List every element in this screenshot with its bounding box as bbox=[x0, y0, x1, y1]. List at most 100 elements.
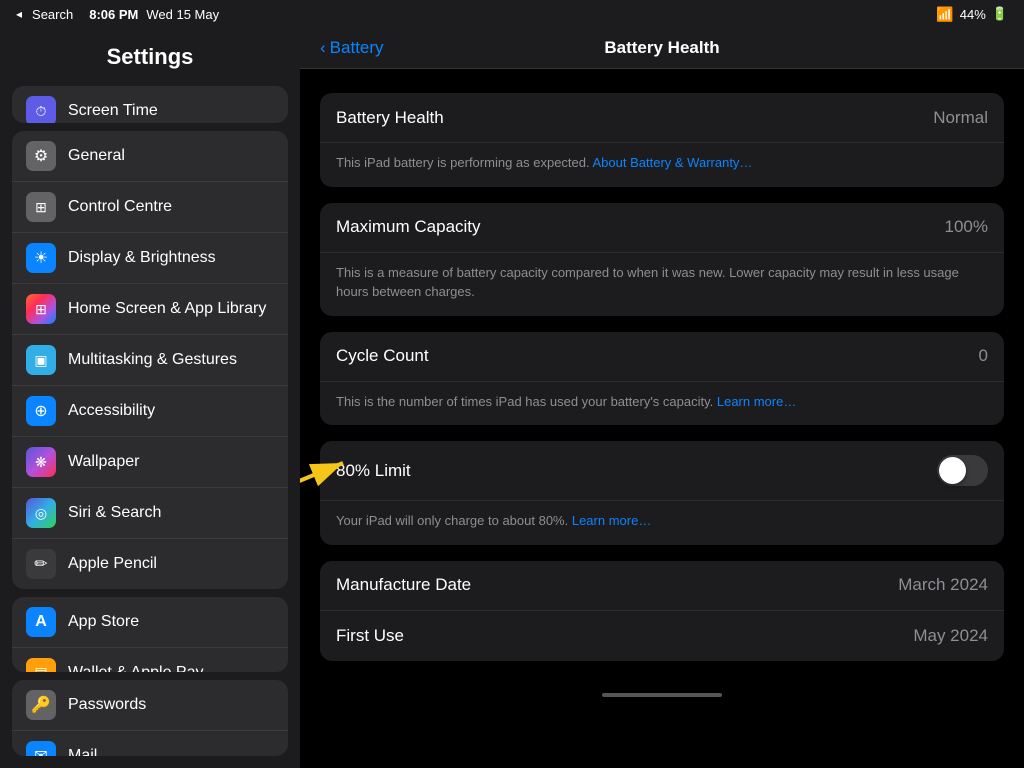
home-screen-label: Home Screen & App Library bbox=[68, 300, 266, 318]
general-label: General bbox=[68, 147, 125, 165]
limit-toggle[interactable] bbox=[937, 455, 988, 486]
sidebar-item-general[interactable]: ⚙ General bbox=[12, 131, 288, 182]
sidebar-item-app-store[interactable]: A App Store bbox=[12, 597, 288, 648]
cycle-count-value: 0 bbox=[979, 346, 988, 366]
sidebar-item-display-brightness[interactable]: ☀ Display & Brightness bbox=[12, 233, 288, 284]
max-capacity-row: Maximum Capacity 100% bbox=[320, 203, 1004, 253]
sidebar-group-1: ⏱ Screen Time bbox=[12, 86, 288, 123]
sidebar-group-4: 🔑 Passwords ✉ Mail bbox=[12, 680, 288, 756]
manufacture-date-label: Manufacture Date bbox=[336, 575, 471, 595]
display-brightness-icon: ☀ bbox=[26, 243, 56, 273]
apple-pencil-icon: ✏ bbox=[26, 549, 56, 579]
mail-icon: ✉ bbox=[26, 741, 56, 756]
sidebar-item-passwords[interactable]: 🔑 Passwords bbox=[12, 680, 288, 731]
max-capacity-label: Maximum Capacity bbox=[336, 217, 481, 237]
wallpaper-label: Wallpaper bbox=[68, 453, 139, 471]
siri-search-icon: ◎ bbox=[26, 498, 56, 528]
sidebar-title: Settings bbox=[0, 36, 300, 82]
status-bar: ◂ Search 8:06 PM Wed 15 May 📶 44% 🔋 bbox=[0, 0, 1024, 28]
mail-label: Mail bbox=[68, 747, 97, 756]
status-right: 📶 44% 🔋 bbox=[936, 6, 1008, 23]
content-title: Battery Health bbox=[320, 38, 1004, 58]
wallpaper-icon: ❋ bbox=[26, 447, 56, 477]
sidebar-item-siri-search[interactable]: ◎ Siri & Search bbox=[12, 488, 288, 539]
screen-time-label: Screen Time bbox=[68, 102, 158, 120]
max-capacity-card: Maximum Capacity 100% This is a measure … bbox=[320, 203, 1004, 316]
max-capacity-value: 100% bbox=[945, 217, 988, 237]
limit-row[interactable]: 80% Limit bbox=[320, 441, 1004, 501]
wallet-icon: ▤ bbox=[26, 658, 56, 673]
apple-pencil-label: Apple Pencil bbox=[68, 555, 157, 573]
toggle-knob bbox=[939, 457, 966, 484]
sidebar-item-wallet[interactable]: ▤ Wallet & Apple Pay bbox=[12, 648, 288, 673]
battery-percent: 44% bbox=[960, 7, 986, 22]
battery-icon: 🔋 bbox=[992, 6, 1008, 22]
sidebar-item-mail[interactable]: ✉ Mail bbox=[12, 731, 288, 756]
accessibility-label: Accessibility bbox=[68, 402, 155, 420]
back-button[interactable]: ‹ Battery bbox=[320, 38, 384, 58]
passwords-icon: 🔑 bbox=[26, 690, 56, 720]
status-date: Wed 15 May bbox=[146, 7, 219, 22]
battery-health-description: This iPad battery is performing as expec… bbox=[320, 143, 1004, 187]
battery-health-row-value: Normal bbox=[933, 108, 988, 128]
main-layout: Settings ⏱ Screen Time ⚙ General ⊞ bbox=[0, 28, 1024, 768]
siri-search-label: Siri & Search bbox=[68, 504, 161, 522]
manufacture-date-value: March 2024 bbox=[898, 575, 988, 595]
sidebar-group-2: ⚙ General ⊞ Control Centre ☀ Display & B… bbox=[12, 131, 288, 588]
first-use-label: First Use bbox=[336, 626, 404, 646]
limit-description: Your iPad will only charge to about 80%.… bbox=[320, 501, 1004, 545]
limit-card: 80% Limit Your iPad will only charge to … bbox=[320, 441, 1004, 545]
cycle-count-row: Cycle Count 0 bbox=[320, 332, 1004, 382]
sidebar-item-wallpaper[interactable]: ❋ Wallpaper bbox=[12, 437, 288, 488]
sidebar-group-3: A App Store ▤ Wallet & Apple Pay bbox=[12, 597, 288, 673]
control-centre-icon: ⊞ bbox=[26, 192, 56, 222]
cycle-count-description: This is the number of times iPad has use… bbox=[320, 382, 1004, 426]
battery-health-row: Battery Health Normal bbox=[320, 93, 1004, 143]
general-icon: ⚙ bbox=[26, 141, 56, 171]
status-left: ◂ Search 8:06 PM Wed 15 May bbox=[16, 7, 219, 22]
battery-warranty-link[interactable]: About Battery & Warranty… bbox=[593, 155, 753, 170]
back-label: Battery bbox=[330, 38, 384, 58]
status-search[interactable]: Search bbox=[32, 7, 73, 22]
home-screen-icon: ⊞ bbox=[26, 294, 56, 324]
sidebar-item-screen-time[interactable]: ⏱ Screen Time bbox=[12, 86, 288, 123]
app-store-icon: A bbox=[26, 607, 56, 637]
multitasking-label: Multitasking & Gestures bbox=[68, 351, 237, 369]
max-capacity-description: This is a measure of battery capacity co… bbox=[320, 253, 1004, 316]
battery-health-row-label: Battery Health bbox=[336, 108, 444, 128]
sidebar-item-home-screen[interactable]: ⊞ Home Screen & App Library bbox=[12, 284, 288, 335]
sidebar-item-accessibility[interactable]: ⊕ Accessibility bbox=[12, 386, 288, 437]
control-centre-label: Control Centre bbox=[68, 198, 172, 216]
content-body: Battery Health Normal This iPad battery … bbox=[300, 69, 1024, 685]
back-chevron-icon: ‹ bbox=[320, 38, 326, 58]
cycle-count-card: Cycle Count 0 This is the number of time… bbox=[320, 332, 1004, 426]
accessibility-icon: ⊕ bbox=[26, 396, 56, 426]
sidebar-item-apple-pencil[interactable]: ✏ Apple Pencil bbox=[12, 539, 288, 588]
battery-health-card: Battery Health Normal This iPad battery … bbox=[320, 93, 1004, 187]
wifi-icon: 📶 bbox=[936, 6, 953, 23]
multitasking-icon: ▣ bbox=[26, 345, 56, 375]
app-store-label: App Store bbox=[68, 613, 139, 631]
limit-card-wrapper: 80% Limit Your iPad will only charge to … bbox=[320, 441, 1004, 545]
sidebar-item-multitasking[interactable]: ▣ Multitasking & Gestures bbox=[12, 335, 288, 386]
bottom-bar bbox=[300, 685, 1024, 705]
cycle-count-link[interactable]: Learn more… bbox=[717, 394, 796, 409]
limit-label: 80% Limit bbox=[336, 461, 411, 481]
content-header: ‹ Battery Battery Health bbox=[300, 28, 1024, 69]
wallet-label: Wallet & Apple Pay bbox=[68, 664, 203, 673]
content-area: ‹ Battery Battery Health Battery Health … bbox=[300, 28, 1024, 768]
passwords-label: Passwords bbox=[68, 696, 146, 714]
limit-learn-more-link[interactable]: Learn more… bbox=[572, 513, 651, 528]
display-brightness-label: Display & Brightness bbox=[68, 249, 216, 267]
first-use-row: First Use May 2024 bbox=[320, 611, 1004, 661]
cycle-count-label: Cycle Count bbox=[336, 346, 429, 366]
status-time: 8:06 PM bbox=[89, 7, 138, 22]
back-arrow-icon: ◂ bbox=[16, 7, 22, 21]
manufacture-date-row: Manufacture Date March 2024 bbox=[320, 561, 1004, 611]
home-indicator bbox=[602, 693, 722, 697]
first-use-value: May 2024 bbox=[913, 626, 988, 646]
sidebar-item-control-centre[interactable]: ⊞ Control Centre bbox=[12, 182, 288, 233]
sidebar: Settings ⏱ Screen Time ⚙ General ⊞ bbox=[0, 28, 300, 768]
dates-card: Manufacture Date March 2024 First Use Ma… bbox=[320, 561, 1004, 661]
screen-time-icon: ⏱ bbox=[26, 96, 56, 123]
